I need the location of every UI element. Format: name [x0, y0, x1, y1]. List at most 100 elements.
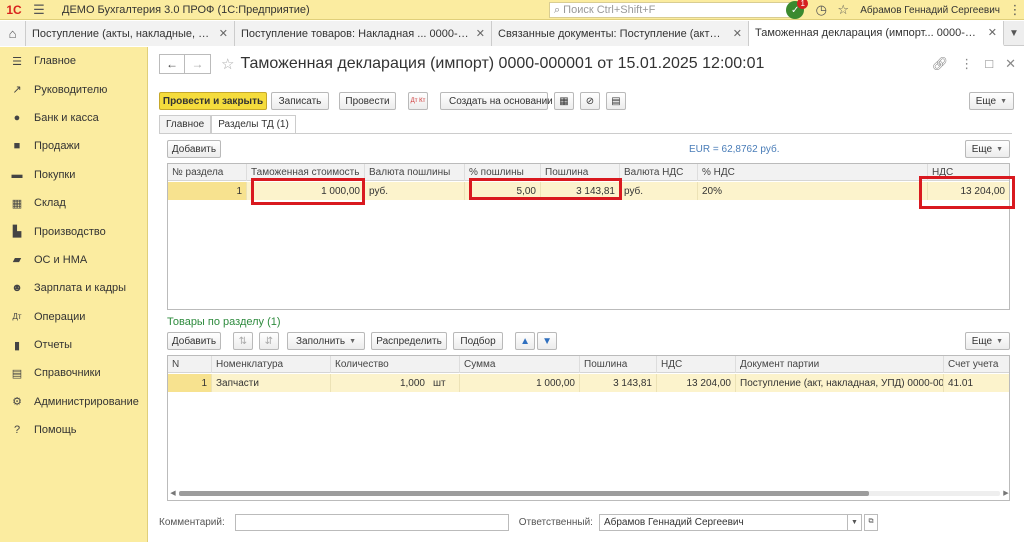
column-header[interactable]: Сумма	[460, 356, 580, 373]
home-tab-icon[interactable]: ⌂	[0, 21, 26, 46]
search-icon: ⌕	[554, 3, 561, 16]
sidebar-item-admin[interactable]: ⚙ Администрирование	[0, 388, 147, 416]
distribute-button[interactable]: Распределить	[371, 332, 448, 350]
sections-more-button[interactable]: Еще ▼	[964, 140, 1010, 158]
section-number-cell[interactable]: 1	[168, 182, 247, 200]
sidebar-item-assets[interactable]: ▰ ОС и НМА	[0, 246, 147, 274]
sidebar-item-salary[interactable]: ☻ Зарплата и кадры	[0, 274, 147, 302]
column-header[interactable]: Документ партии	[736, 356, 944, 373]
more-menu-icon[interactable]: ⋮	[1006, 2, 1024, 18]
tab-main[interactable]: Главное	[159, 115, 212, 133]
tab-customs-declaration[interactable]: Таможенная декларация (импорт... 0000-00…	[749, 21, 1004, 46]
item-cell[interactable]: Запчасти	[212, 374, 331, 392]
column-header[interactable]: Пошлина	[580, 356, 657, 373]
column-header[interactable]: % НДС	[698, 164, 928, 181]
favorites-icon[interactable]: ☆	[832, 0, 854, 20]
tabs-dropdown-icon[interactable]: ▼	[1004, 21, 1024, 45]
vat-currency-cell[interactable]: руб.	[620, 182, 698, 200]
back-arrow-icon[interactable]: ←	[159, 54, 185, 74]
sort-desc-icon[interactable]: ⇵	[259, 332, 279, 350]
more-button[interactable]: Еще ▼	[968, 92, 1014, 110]
scroll-left-icon[interactable]: ◀	[167, 489, 179, 497]
tab-sections[interactable]: Разделы ТД (1)	[211, 115, 296, 133]
column-header[interactable]: НДС	[657, 356, 736, 373]
column-header[interactable]: Количество	[331, 356, 460, 373]
move-up-icon[interactable]: ▲	[515, 332, 536, 350]
close-icon[interactable]: ✕	[988, 26, 997, 39]
sidebar-item-label: Зарплата и кадры	[34, 282, 127, 295]
add-goods-button[interactable]: Добавить	[167, 332, 221, 350]
column-header[interactable]: № раздела	[168, 164, 247, 181]
close-icon[interactable]: ✕	[1005, 56, 1016, 72]
maximize-icon[interactable]: □	[985, 56, 993, 72]
forward-arrow-icon[interactable]: →	[185, 54, 211, 74]
post-and-close-button[interactable]: Провести и закрыть	[159, 92, 267, 110]
duty-cell[interactable]: 3 143,81	[580, 374, 657, 392]
open-icon[interactable]: ⧉	[863, 513, 878, 531]
dt-kt-button[interactable]: Дт Кт	[408, 92, 428, 110]
sidebar-item-manager[interactable]: ↗ Руководителю	[0, 75, 147, 103]
post-button[interactable]: Провести	[339, 92, 396, 110]
tab-receipts-list[interactable]: Поступление (акты, накладные, УПД) ✕	[26, 21, 235, 46]
tab-related-docs[interactable]: Связанные документы: Поступление (акты, …	[492, 21, 749, 46]
sidebar-item-help[interactable]: ? Помощь	[0, 416, 147, 444]
responsible-field[interactable]: Абрамов Геннадий Сергеевич	[598, 513, 848, 531]
fill-button[interactable]: Заполнить ▼	[287, 332, 366, 350]
sidebar-item-bank[interactable]: ● Банк и касса	[0, 104, 147, 132]
sidebar-item-main[interactable]: ☰ Главное	[0, 47, 147, 75]
close-icon[interactable]: ✕	[476, 27, 485, 40]
batch-document-cell[interactable]: Поступление (акт, накладная, УПД) 0000-0…	[736, 374, 944, 392]
comment-label: Комментарий:	[159, 516, 225, 528]
history-icon[interactable]: ◷	[810, 0, 832, 20]
vat-percent-cell[interactable]: 20%	[698, 182, 928, 200]
sidebar-item-purchases[interactable]: ▬ Покупки	[0, 161, 147, 189]
chevron-down-icon: ▼	[996, 145, 1003, 153]
favorite-star-icon[interactable]: ☆	[221, 55, 234, 73]
more-menu-icon[interactable]: ⋮	[960, 56, 973, 72]
print-icon[interactable]: ▤	[606, 92, 626, 110]
sidebar-item-warehouse[interactable]: ▦ Склад	[0, 189, 147, 217]
search-input[interactable]: ⌕ Поиск Ctrl+Shift+F	[549, 2, 797, 18]
table-row[interactable]: 1 Запчасти 1,000 шт 1 000,00 3 143,81 13…	[168, 374, 1009, 392]
user-name[interactable]: Абрамов Геннадий Сергеевич	[860, 5, 1000, 16]
tab-receipt-doc[interactable]: Поступление товаров: Накладная ... 0000-…	[235, 21, 492, 46]
notifications-icon[interactable]: ✓ 1	[786, 0, 809, 19]
sort-asc-icon[interactable]: ⇅	[233, 332, 253, 350]
close-icon[interactable]: ✕	[219, 27, 228, 40]
structure-icon[interactable]: ▦	[554, 92, 574, 110]
sidebar-item-operations[interactable]: Дт Операции	[0, 303, 147, 331]
fill-label: Заполнить	[296, 335, 346, 347]
column-header[interactable]: N	[168, 356, 212, 373]
attachment-icon[interactable]: ⊘	[580, 92, 600, 110]
sidebar-item-production[interactable]: ▙ Производство	[0, 217, 147, 245]
scroll-right-icon[interactable]: ▶	[1000, 489, 1012, 497]
select-button[interactable]: Подбор	[453, 332, 504, 350]
chevron-down-icon[interactable]: ▼	[847, 513, 862, 531]
move-down-icon[interactable]: ▼	[537, 332, 558, 350]
account-cell[interactable]: 41.01	[944, 374, 1009, 392]
comment-field[interactable]	[234, 513, 509, 531]
save-button[interactable]: Записать	[271, 92, 329, 110]
scroll-track[interactable]	[179, 490, 1000, 496]
create-based-on-button[interactable]: Создать на основании ▼	[440, 92, 564, 110]
vat-cell[interactable]: 13 204,00	[657, 374, 736, 392]
exchange-rate: EUR = 62,8762 руб.	[689, 144, 780, 155]
sidebar-item-catalogs[interactable]: ▤ Справочники	[0, 359, 147, 387]
duty-currency-cell[interactable]: руб.	[365, 182, 465, 200]
horizontal-scrollbar[interactable]: ◀ ▶	[167, 487, 1012, 499]
sidebar-item-sales[interactable]: ■ Продажи	[0, 132, 147, 160]
column-header[interactable]: Валюта пошлины	[365, 164, 465, 181]
column-header[interactable]: Номенклатура	[212, 356, 331, 373]
sidebar-item-reports[interactable]: ▮ Отчеты	[0, 331, 147, 359]
column-header[interactable]: Валюта НДС	[620, 164, 698, 181]
menu-icon[interactable]: ☰	[28, 0, 50, 20]
goods-more-button[interactable]: Еще ▼	[964, 332, 1010, 350]
column-header[interactable]: Счет учета	[944, 356, 1009, 373]
link-icon[interactable]: 🔗︎	[932, 56, 949, 72]
scroll-thumb[interactable]	[179, 490, 869, 496]
add-section-button[interactable]: Добавить	[167, 140, 221, 158]
row-number-cell[interactable]: 1	[168, 374, 212, 392]
quantity-cell[interactable]: 1,000 шт	[331, 374, 460, 392]
close-icon[interactable]: ✕	[733, 27, 742, 40]
sum-cell[interactable]: 1 000,00	[460, 374, 580, 392]
